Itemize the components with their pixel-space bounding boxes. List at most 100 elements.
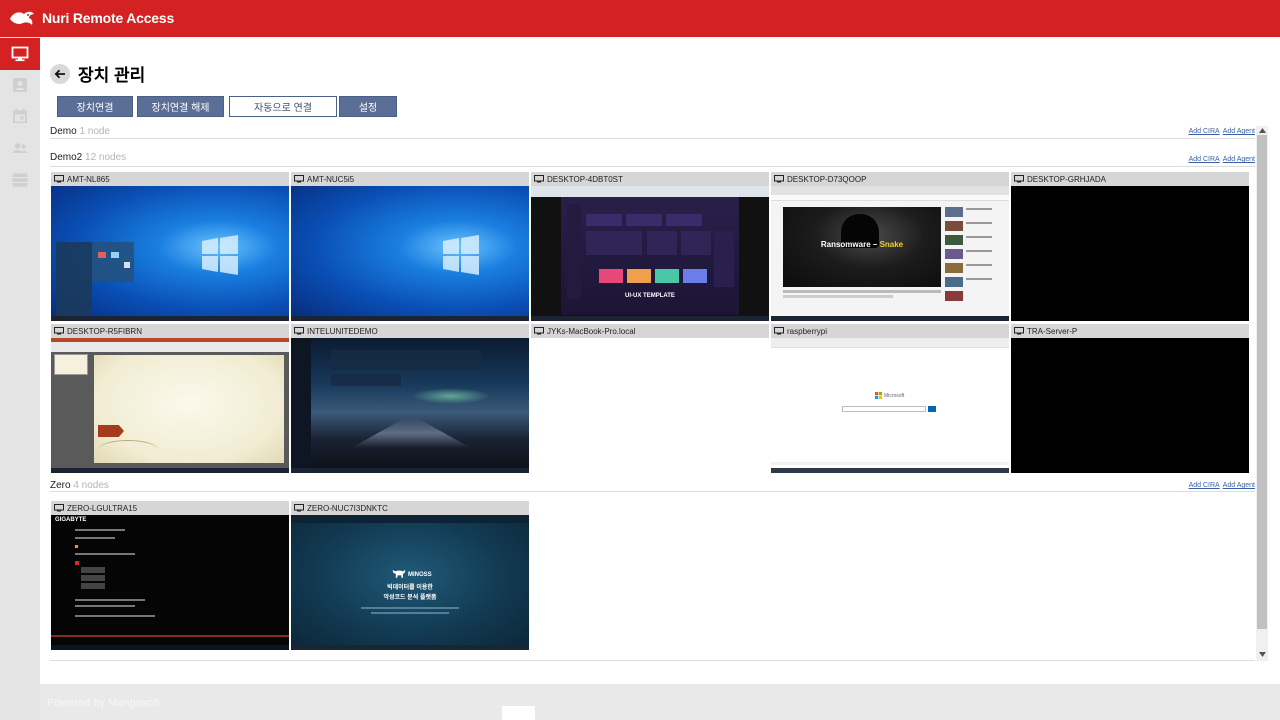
device-screen xyxy=(51,338,289,473)
footer-box xyxy=(502,706,535,720)
taskbar xyxy=(291,645,529,650)
device-tile[interactable]: DESKTOP-R5FIBRN xyxy=(51,324,289,474)
sidebar xyxy=(0,37,40,720)
monitor-icon xyxy=(11,46,29,62)
scroll-up-arrow[interactable] xyxy=(1256,126,1268,135)
sidebar-item-servers[interactable] xyxy=(0,164,40,196)
connect-button[interactable]: 장치연결 xyxy=(57,96,133,117)
screen-caption: UI-UX TEMPLATE xyxy=(625,293,675,299)
page-header: 장치 관리 xyxy=(50,61,145,86)
auto-connect-button[interactable]: 자동으로 연결 xyxy=(229,96,337,117)
back-button[interactable] xyxy=(50,63,70,84)
device-tile[interactable]: AMT-NUC5i5 xyxy=(291,172,529,322)
group-divider xyxy=(50,491,1255,492)
dragon-logo-icon xyxy=(10,11,34,25)
device-screen xyxy=(51,186,289,321)
add-cira-link[interactable]: Add CIRA xyxy=(1189,156,1220,163)
device-title-bar: JYKs-MacBook-Pro.local xyxy=(531,324,769,338)
device-tile[interactable]: DESKTOP-GRHJADA xyxy=(1011,172,1249,322)
caret-down-icon xyxy=(1258,652,1266,657)
device-name: ZERO-LGULTRA15 xyxy=(67,503,138,513)
screen-caption-b: 빅데이터를 이용한 xyxy=(387,585,433,591)
device-title-bar: DESKTOP-R5FIBRN xyxy=(51,324,289,338)
device-title-bar: DESKTOP-4DBT0ST xyxy=(531,172,769,186)
device-title-bar: INTELUNITEDEMO xyxy=(291,324,529,338)
sidebar-item-devices[interactable] xyxy=(0,38,40,70)
bull-logo-icon xyxy=(392,569,406,578)
device-screen: MINOSS 빅데이터를 이용한 악성코드 분석 플랫폼 xyxy=(291,515,529,650)
server-icon xyxy=(12,173,28,187)
microsoft-logo-icon xyxy=(875,392,882,399)
taskbar xyxy=(291,468,529,473)
device-screen: Microsoft xyxy=(771,338,1009,473)
monitor-icon xyxy=(1014,327,1024,335)
device-screen: Ransomware – Snake xyxy=(771,186,1009,321)
add-cira-link[interactable]: Add CIRA xyxy=(1189,482,1220,489)
device-title-bar: DESKTOP-GRHJADA xyxy=(1011,172,1249,186)
device-name: DESKTOP-GRHJADA xyxy=(1027,174,1106,184)
device-name: ZERO-NUC7I3DNKTC xyxy=(307,503,388,513)
device-title-bar: AMT-NL865 xyxy=(51,172,289,186)
device-name: JYKs-MacBook-Pro.local xyxy=(547,326,636,336)
monitor-icon xyxy=(534,175,544,183)
device-title-bar: AMT-NUC5i5 xyxy=(291,172,529,186)
device-name: DESKTOP-D73QOOP xyxy=(787,174,867,184)
add-cira-link[interactable]: Add CIRA xyxy=(1189,128,1220,135)
monitor-icon xyxy=(54,504,64,512)
footer xyxy=(40,684,1280,720)
device-name: AMT-NUC5i5 xyxy=(307,174,355,184)
sidebar-item-users[interactable] xyxy=(0,132,40,164)
brand-name: Nuri Remote Access xyxy=(42,10,175,26)
group-name: Demo xyxy=(50,126,77,137)
device-screen xyxy=(1011,338,1249,473)
group-links-zero: Add CIRA Add Agent xyxy=(1186,482,1255,489)
screen-caption-c: 악성코드 분석 플랫폼 xyxy=(383,595,437,601)
device-name: raspberrypi xyxy=(787,326,828,336)
taskbar xyxy=(771,316,1009,321)
disconnect-button[interactable]: 장치연결 해제 xyxy=(137,96,224,117)
device-screen xyxy=(1011,186,1249,321)
add-agent-link[interactable]: Add Agent xyxy=(1223,128,1255,135)
caret-up-icon xyxy=(1258,128,1266,133)
taskbar xyxy=(51,316,289,321)
group-count: 12 nodes xyxy=(82,152,127,163)
taskbar xyxy=(291,316,529,321)
device-tile[interactable]: JYKs-MacBook-Pro.local xyxy=(531,324,769,474)
group-links-demo2: Add CIRA Add Agent xyxy=(1186,156,1255,163)
monitor-icon xyxy=(534,327,544,335)
users-icon xyxy=(12,143,28,153)
device-tile[interactable]: DESKTOP-4DBT0ST UI-UX TEMPLATE xyxy=(531,172,769,322)
device-name: INTELUNITEDEMO xyxy=(307,326,378,336)
device-tile[interactable]: AMT-NL865 xyxy=(51,172,289,322)
device-tile[interactable]: TRA-Server-P xyxy=(1011,324,1249,474)
device-name: DESKTOP-R5FIBRN xyxy=(67,326,142,336)
device-screen: UI-UX TEMPLATE xyxy=(531,186,769,321)
device-tile[interactable]: INTELUNITEDEMO xyxy=(291,324,529,474)
add-agent-link[interactable]: Add Agent xyxy=(1223,156,1255,163)
add-agent-link[interactable]: Add Agent xyxy=(1223,482,1255,489)
device-screen xyxy=(291,186,529,321)
monitor-icon xyxy=(294,504,304,512)
group-divider xyxy=(50,166,1255,167)
device-title-bar: raspberrypi xyxy=(771,324,1009,338)
device-tile[interactable]: DESKTOP-D73QOOP Ransomware – Snake xyxy=(771,172,1009,322)
group-header-demo: Demo 1 node xyxy=(50,126,110,137)
brand-logo[interactable]: Nuri Remote Access xyxy=(8,8,174,28)
sidebar-item-events[interactable] xyxy=(0,100,40,132)
sidebar-item-account[interactable] xyxy=(0,69,40,101)
windows-logo-icon xyxy=(443,235,479,275)
device-name: DESKTOP-4DBT0ST xyxy=(547,174,623,184)
device-tile[interactable]: ZERO-LGULTRA15 GIGABYTE xyxy=(51,501,289,651)
taskbar xyxy=(771,468,1009,473)
monitor-icon xyxy=(294,175,304,183)
scrollbar-thumb[interactable] xyxy=(1257,135,1267,629)
monitor-icon xyxy=(774,327,784,335)
settings-button[interactable]: 설정 xyxy=(339,96,397,117)
monitor-icon xyxy=(294,327,304,335)
calendar-icon xyxy=(13,108,27,123)
device-tile[interactable]: raspberrypi Microsoft xyxy=(771,324,1009,474)
scroll-down-arrow[interactable] xyxy=(1256,650,1268,659)
device-tile[interactable]: ZERO-NUC7I3DNKTC MINOSS 빅데이터를 이용한 악성코드 분… xyxy=(291,501,529,651)
group-count: 4 nodes xyxy=(70,480,109,491)
top-bar: Nuri Remote Access xyxy=(0,0,1280,37)
